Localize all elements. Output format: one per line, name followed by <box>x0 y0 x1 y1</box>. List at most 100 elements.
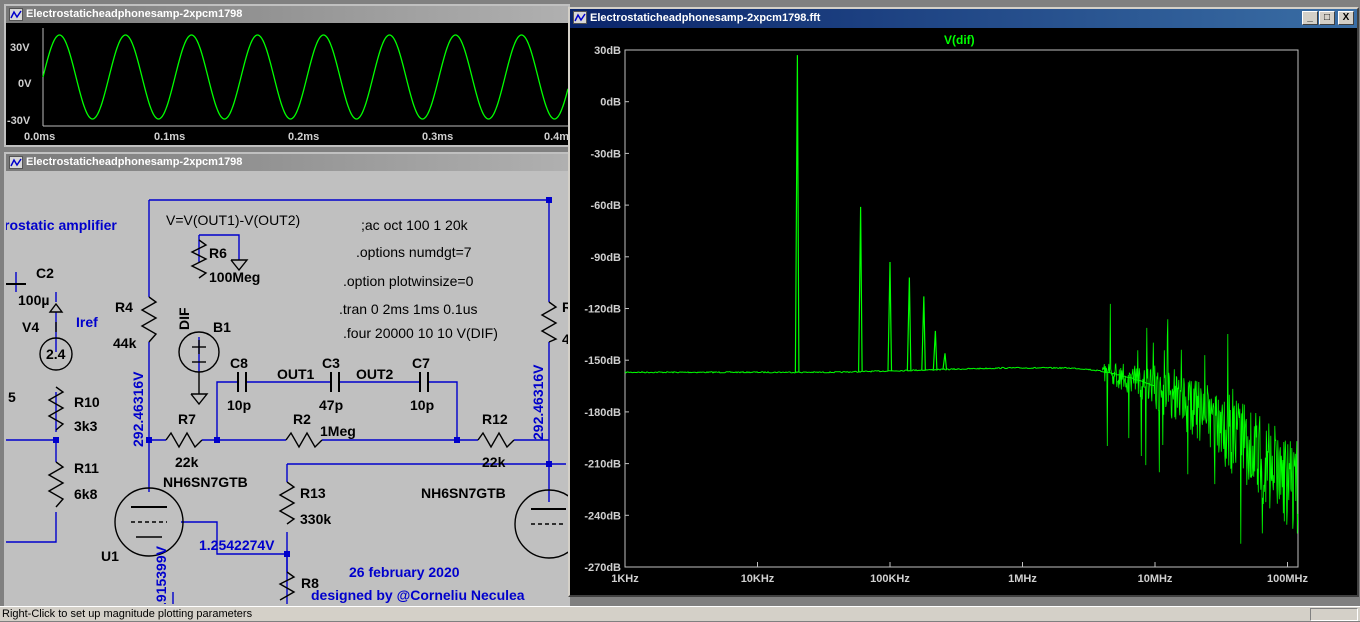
x-axis-ticks: 1KHz 10KHz 100KHz 1MHz 10MHz 100MHz <box>611 562 1308 585</box>
fft-window-titlebar[interactable]: Electrostaticheadphonesamp-2xpcm1798.fft… <box>570 9 1357 28</box>
schematic-canvas[interactable]: rostatic amplifier V=V(OUT1)-V(OUT2) ;ac… <box>6 172 568 606</box>
resistor-r2 <box>285 431 323 449</box>
y-tick-label: -240dB <box>584 510 621 522</box>
component-label: R11 <box>74 460 99 476</box>
component-value: 22k <box>482 454 506 470</box>
component-label: R2 <box>293 411 311 427</box>
x-tick-label: 0.0ms <box>24 131 55 143</box>
component-value: 100Meg <box>209 269 260 285</box>
y-tick-label: -180dB <box>584 407 621 419</box>
component-label: C3 <box>322 355 340 371</box>
date-label: 26 february 2020 <box>349 564 460 580</box>
component-label: NH6SN7GTB <box>421 485 506 501</box>
component-label: C7 <box>412 355 430 371</box>
component-label: 5 <box>8 389 16 405</box>
resistor-r7 <box>165 431 203 449</box>
equation-label: V=V(OUT1)-V(OUT2) <box>166 212 300 228</box>
spice-directive: .tran 0 2ms 1ms 0.1us <box>339 301 478 317</box>
harmonic-peak <box>906 277 912 371</box>
y-axis-ticks: 30dB 0dB -30dB -60dB -90dB -120dB -150dB -180dB… <box>584 45 629 574</box>
net-label-out1: OUT1 <box>277 366 315 382</box>
resistor-r13 <box>278 481 296 525</box>
component-value: 22k <box>175 454 199 470</box>
component-value: 2.4 <box>46 346 66 362</box>
y-tick-label: -150dB <box>584 355 621 367</box>
schematic-window-title: Electrostaticheadphonesamp-2xpcm1798 <box>26 156 243 168</box>
spice-directive: .option plotwinsize=0 <box>343 273 474 289</box>
harmonic-peak <box>794 55 800 373</box>
fft-window-title: Electrostaticheadphonesamp-2xpcm1798.fft <box>590 12 821 24</box>
x-tick-label: 1MHz <box>1008 573 1037 585</box>
y-tick-label: 30dB <box>594 45 621 57</box>
x-tick-label: 10KHz <box>741 573 775 585</box>
status-bar: Right-Click to set up magnitude plotting… <box>0 606 1360 621</box>
status-text: Right-Click to set up magnitude plotting… <box>2 608 253 620</box>
spice-directive: ;ac oct 100 1 20k <box>361 217 469 233</box>
fft-high-frequency-noise <box>1101 303 1299 544</box>
fft-harmonic-peaks <box>794 55 948 373</box>
y-tick-label: 0dB <box>600 97 621 109</box>
component-value: 47p <box>319 397 343 413</box>
component-label: U1 <box>101 548 119 564</box>
resistor-r12 <box>477 431 515 449</box>
y-tick-label: 0V <box>18 78 32 90</box>
y-tick-label: -90dB <box>590 252 621 264</box>
component-label: R13 <box>300 485 326 501</box>
x-tick-label: 0.3ms <box>422 131 453 143</box>
fft-plot[interactable]: V(dif) 30dB 0dB -30dB -60dB -90dB -120dB -150d… <box>570 28 1357 595</box>
component-label: NH6SN7GTB <box>163 474 248 490</box>
node-voltage-label: 292.46316V <box>530 364 546 440</box>
net-label-out2: OUT2 <box>356 366 394 382</box>
fft-window[interactable]: Electrostaticheadphonesamp-2xpcm1798.fft… <box>568 7 1359 597</box>
node-voltage-label: 1.2542274V <box>199 537 275 553</box>
x-tick-label: 0.1ms <box>154 131 185 143</box>
component-label: R4 <box>115 299 133 315</box>
waveform-window[interactable]: Electrostaticheadphonesamp-2xpcm1798 30V… <box>4 4 570 147</box>
x-tick-label: 10MHz <box>1138 573 1173 585</box>
fft-noise-trace <box>624 366 1156 387</box>
waveform-trace <box>42 34 568 120</box>
harmonic-peak <box>932 330 938 370</box>
schematic-window-titlebar[interactable]: Electrostaticheadphonesamp-2xpcm1798 <box>6 154 568 171</box>
node-voltage-label: 292.46316V <box>130 371 146 447</box>
harmonic-peak <box>858 206 863 372</box>
y-tick-label: -120dB <box>584 304 621 316</box>
y-tick-label: -210dB <box>584 459 621 471</box>
spice-directive: .options numdgt=7 <box>356 244 472 260</box>
schematic-title-fragment: rostatic amplifier <box>6 217 117 233</box>
component-label: R10 <box>74 394 100 410</box>
component-label: R6 <box>209 245 227 261</box>
x-tick-label: 0.4m <box>544 131 568 143</box>
waveform-window-title: Electrostaticheadphonesamp-2xpcm1798 <box>26 8 243 20</box>
x-tick-label: 100MHz <box>1267 573 1308 585</box>
waveform-window-titlebar[interactable]: Electrostaticheadphonesamp-2xpcm1798 <box>6 6 568 23</box>
component-label: C8 <box>230 355 248 371</box>
harmonic-peak <box>887 261 893 371</box>
net-label-dif: DIF <box>176 307 192 330</box>
fft-app-icon <box>573 11 587 24</box>
close-button[interactable]: X <box>1338 11 1354 25</box>
harmonic-peak <box>942 353 948 370</box>
spice-directive: .four 20000 10 10 V(DIF) <box>343 325 498 341</box>
plot-frame <box>624 49 1299 568</box>
component-label: R12 <box>482 411 508 427</box>
y-tick-label: -30dB <box>590 148 621 160</box>
trace-label[interactable]: V(dif) <box>944 33 975 47</box>
schematic-app-icon <box>9 156 23 169</box>
component-label: R7 <box>178 411 196 427</box>
schematic-window[interactable]: Electrostaticheadphonesamp-2xpcm1798 ros… <box>4 152 570 606</box>
component-value: 10p <box>227 397 251 413</box>
credit-label: designed by @Corneliu Neculea <box>311 587 525 603</box>
component-value: 330k <box>300 511 331 527</box>
waveform-app-icon <box>9 8 23 21</box>
minimize-button[interactable]: _ <box>1302 11 1318 25</box>
harmonic-peak <box>921 296 926 371</box>
component-value: 44k <box>113 335 137 351</box>
waveform-plot[interactable]: 30V 0V -30V 0.0ms 0.1ms 0.2ms 0.3ms 0.4m <box>6 23 568 145</box>
component-label: B1 <box>213 319 231 335</box>
component-label: R8 <box>301 575 319 591</box>
restore-button[interactable]: □ <box>1319 11 1335 25</box>
component-value: 100µ <box>18 292 49 308</box>
y-tick-label: 30V <box>10 42 30 54</box>
component-value: 1Meg <box>320 423 356 439</box>
